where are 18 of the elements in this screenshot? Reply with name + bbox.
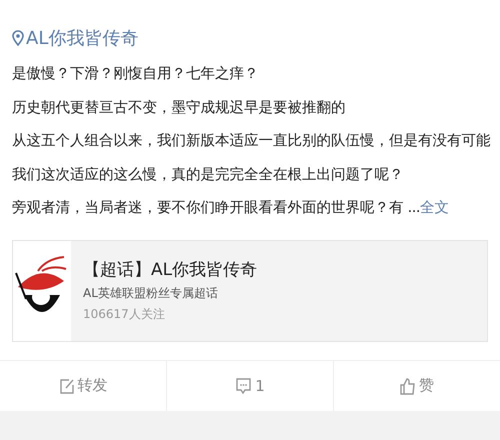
follower-count: 106617人关注 bbox=[83, 306, 166, 323]
full-text-link[interactable]: 全文 bbox=[420, 200, 449, 216]
location-pin-icon bbox=[12, 30, 24, 46]
repost-button[interactable]: 转发 bbox=[0, 360, 166, 410]
post-text: 是傲慢？下滑？刚愎自用？七年之痒？ bbox=[12, 64, 258, 84]
comment-icon bbox=[235, 376, 252, 394]
topic-card[interactable]: 【超话】AL你我皆传奇 AL英雄联盟粉丝专属超话 106617人关注 bbox=[12, 240, 488, 342]
post-text: 从这五个人组合以来，我们新版本适应一直比别的队伍慢，但是有没有可能 bbox=[12, 132, 490, 151]
topic-title: 【超话】AL你我皆传奇 bbox=[83, 259, 258, 281]
post-text: 旁观者清，当局者迷，要不你们睁开眼看看外面的世界呢？有 ... bbox=[12, 200, 420, 216]
topic-description: AL英雄联盟粉丝专属超话 bbox=[83, 285, 219, 302]
comment-button[interactable]: 1 bbox=[166, 360, 333, 410]
post-text: 历史朝代更替亘古不变，墨守成规迟早是要被推翻的 bbox=[12, 98, 346, 118]
location-link[interactable]: AL你我皆传奇 bbox=[26, 26, 138, 50]
like-button[interactable]: 赞 bbox=[333, 360, 500, 410]
post-text: 我们这次适应的这么慢，真的是完完全全在根上出问题了呢？ bbox=[12, 166, 404, 184]
thumbs-up-icon bbox=[400, 376, 416, 394]
edit-icon bbox=[58, 376, 74, 394]
